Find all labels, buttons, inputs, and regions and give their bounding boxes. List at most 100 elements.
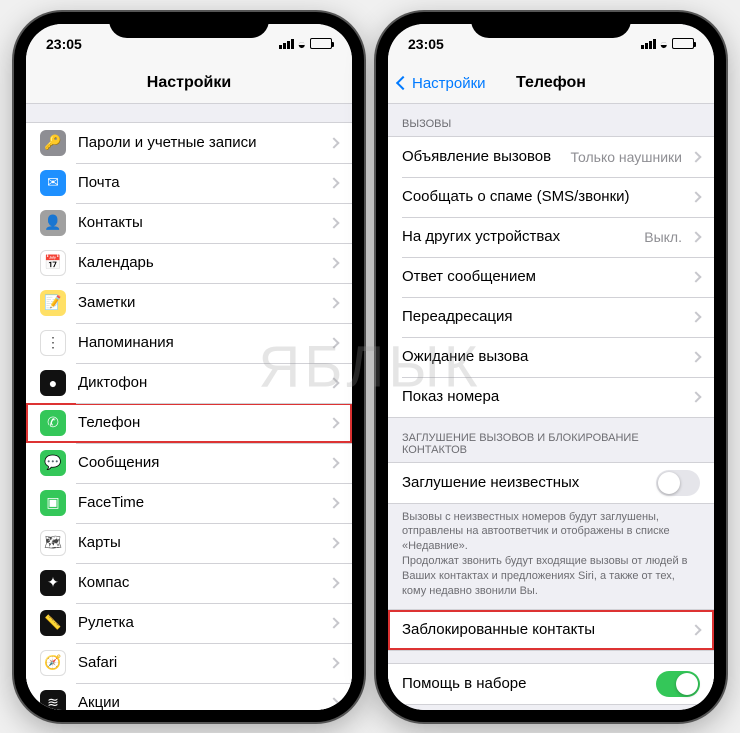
settings-row-диктофон[interactable]: ● Диктофон [26,363,352,403]
screen-right: 23:05 ◒ Настройки Телефон ВЫЗОВЫ Объявле… [388,24,714,710]
row-label: FaceTime [78,494,326,511]
dial-assist-label: Помощь в наборе [402,675,656,692]
row-value: Выкл. [644,229,682,245]
app-icon: ● [40,370,66,396]
wifi-icon: ◒ [660,36,668,52]
phone-settings-content: ВЫЗОВЫ Объявление вызововТолько наушники… [388,104,714,710]
app-icon: ≋ [40,690,66,710]
battery-icon [310,38,332,49]
silence-list: Заглушение неизвестных [388,462,714,504]
chevron-right-icon [328,137,339,148]
blocked-list: Заблокированные контакты [388,609,714,651]
section-header-silence: ЗАГЛУШЕНИЕ ВЫЗОВОВ И БЛОКИРОВАНИЕ КОНТАК… [388,418,714,462]
settings-list: 🔑Пароли и учетные записи ✉︎ Почта 👤Контакты… [26,122,352,710]
dial-assist-list: Помощь в наборе [388,663,714,705]
app-icon: 👤 [40,210,66,236]
chevron-right-icon [328,297,339,308]
status-icons: ◒ [262,36,332,52]
settings-row-safari[interactable]: 🧭Safari [26,643,352,683]
back-label: Настройки [412,75,486,92]
calls-row-1[interactable]: Сообщать о спаме (SMS/звонки) [388,177,714,217]
settings-list-container: 🔑Пароли и учетные записи ✉︎ Почта 👤Контакты… [26,104,352,710]
settings-row-карты[interactable]: 🗺 Карты [26,523,352,563]
app-icon: ✦ [40,570,66,596]
app-icon: 💬 [40,450,66,476]
row-label: Переадресация [402,308,688,325]
row-label: Рулетка [78,614,326,631]
app-icon: 📏 [40,610,66,636]
row-label: Напоминания [78,334,326,351]
row-value: Только наушники [571,149,682,165]
signal-icon [279,39,294,49]
settings-row-контакты[interactable]: 👤Контакты [26,203,352,243]
blocked-contacts-label: Заблокированные контакты [402,621,688,638]
calls-row-4[interactable]: Переадресация [388,297,714,337]
chevron-right-icon [328,417,339,428]
calls-row-6[interactable]: Показ номера [388,377,714,417]
calls-row-5[interactable]: Ожидание вызова [388,337,714,377]
chevron-right-icon [690,351,701,362]
chevron-right-icon [328,457,339,468]
calls-list: Объявление вызововТолько наушники Сообщат… [388,136,714,418]
settings-row-акции[interactable]: ≋ Акции [26,683,352,710]
row-label: Сообщать о спаме (SMS/звонки) [402,188,688,205]
chevron-right-icon [328,257,339,268]
row-label: Диктофон [78,374,326,391]
settings-row-рулетка[interactable]: 📏 Рулетка [26,603,352,643]
chevron-right-icon [328,217,339,228]
dial-assist-toggle[interactable] [656,671,700,697]
row-label: Заметки [78,294,326,311]
row-label: Safari [78,654,326,671]
silence-unknown-toggle[interactable] [656,470,700,496]
wifi-icon: ◒ [298,36,306,52]
chevron-right-icon [328,697,339,708]
page-title: Настройки [147,74,231,92]
notch [471,12,631,38]
settings-row-компас[interactable]: ✦ Компас [26,563,352,603]
row-label: Акции [78,694,326,710]
settings-row-календарь[interactable]: 📅Календарь [26,243,352,283]
blocked-contacts-row[interactable]: Заблокированные контакты [388,610,714,650]
dial-assist-footer: Функция «Помощь в наборе» автоматически … [388,705,714,710]
app-icon: ✉︎ [40,170,66,196]
phone-left: 23:05 ◒ Настройки 🔑Пароли и учетные запи… [14,12,364,722]
app-icon: 🗺 [40,530,66,556]
app-icon: ✆ [40,410,66,436]
chevron-right-icon [328,377,339,388]
nav-bar: Настройки Телефон [388,64,714,104]
status-time: 23:05 [408,36,468,52]
app-icon: 📅 [40,250,66,276]
settings-row-facetime[interactable]: ▣FaceTime [26,483,352,523]
row-label: Почта [78,174,326,191]
status-time: 23:05 [46,36,106,52]
row-label: Компас [78,574,326,591]
calls-row-0[interactable]: Объявление вызововТолько наушники [388,137,714,177]
chevron-left-icon [396,76,410,90]
signal-icon [641,39,656,49]
battery-icon [672,38,694,49]
calls-row-2[interactable]: На других устройствахВыкл. [388,217,714,257]
row-label: На других устройствах [402,228,644,245]
back-button[interactable]: Настройки [398,75,486,92]
notch [109,12,269,38]
settings-row-почта[interactable]: ✉︎ Почта [26,163,352,203]
silence-unknown-row[interactable]: Заглушение неизвестных [388,463,714,503]
dial-assist-row[interactable]: Помощь в наборе [388,664,714,704]
row-label: Карты [78,534,326,551]
page-title: Телефон [516,74,586,92]
settings-row-заметки[interactable]: 📝 Заметки [26,283,352,323]
app-icon: 📝 [40,290,66,316]
chevron-right-icon [690,151,701,162]
row-label: Ответ сообщением [402,268,688,285]
chevron-right-icon [328,657,339,668]
chevron-right-icon [328,497,339,508]
settings-row-напоминания[interactable]: ⋮Напоминания [26,323,352,363]
settings-row-сообщения[interactable]: 💬Сообщения [26,443,352,483]
row-label: Показ номера [402,388,688,405]
settings-row-телефон[interactable]: ✆Телефон [26,403,352,443]
chevron-right-icon [690,231,701,242]
section-header-calls: ВЫЗОВЫ [388,104,714,136]
chevron-right-icon [328,177,339,188]
calls-row-3[interactable]: Ответ сообщением [388,257,714,297]
settings-row-пароли-и-учетные-записи[interactable]: 🔑Пароли и учетные записи [26,123,352,163]
